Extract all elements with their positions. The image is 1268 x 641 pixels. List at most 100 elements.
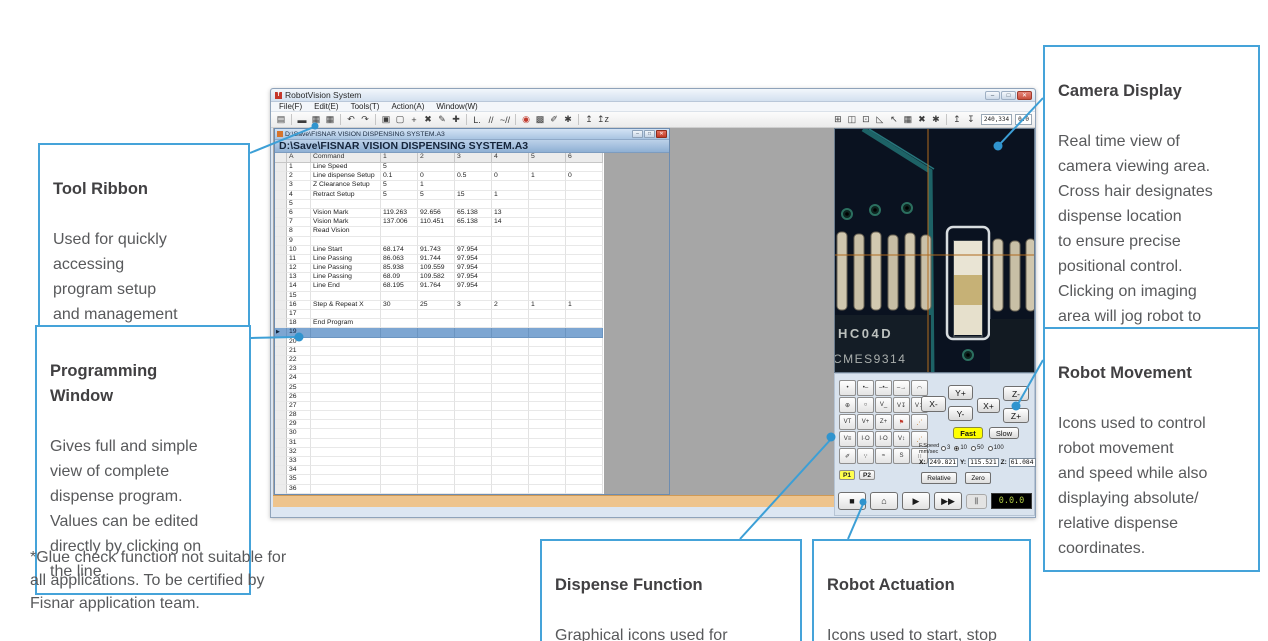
value-cell[interactable] (455, 346, 492, 356)
value-cell[interactable] (418, 227, 455, 237)
value-cell[interactable] (455, 291, 492, 301)
value-cell[interactable] (566, 328, 603, 338)
value-cell[interactable] (381, 420, 418, 430)
delete-line-icon[interactable]: ✖ (421, 113, 435, 127)
command-cell[interactable] (311, 328, 381, 338)
insert-line-icon[interactable]: + (407, 113, 421, 127)
value-cell[interactable]: 1 (566, 300, 603, 310)
save-all-icon[interactable]: ▦ (323, 113, 337, 127)
needle-z-adjust-icon[interactable]: ↥z (596, 113, 610, 127)
doc-close-button[interactable]: ✕ (656, 130, 667, 138)
command-cell[interactable]: Retract Setup (311, 190, 381, 200)
value-cell[interactable] (492, 438, 529, 448)
value-cell[interactable]: 30 (381, 300, 418, 310)
value-cell[interactable] (492, 245, 529, 255)
f-speed-option-10[interactable]: 10 (954, 445, 967, 451)
value-cell[interactable] (566, 227, 603, 237)
value-cell[interactable] (381, 466, 418, 476)
value-cell[interactable] (566, 401, 603, 412)
value-cell[interactable] (418, 310, 455, 320)
grid-icon[interactable]: ▦ (901, 113, 915, 127)
value-cell[interactable] (529, 337, 566, 347)
value-cell[interactable] (455, 337, 492, 347)
command-cell[interactable] (311, 337, 381, 347)
command-cell[interactable] (311, 411, 381, 421)
program-row[interactable]: 23 (275, 365, 604, 375)
value-cell[interactable] (529, 457, 566, 467)
value-cell[interactable] (492, 374, 529, 384)
value-cell[interactable] (492, 310, 529, 320)
value-cell[interactable] (492, 401, 529, 412)
value-cell[interactable]: 109.559 (418, 264, 455, 274)
value-cell[interactable] (492, 291, 529, 301)
value-cell[interactable] (455, 227, 492, 237)
command-cell[interactable] (311, 447, 381, 457)
parallel-angle-icon[interactable]: ~// (498, 113, 512, 127)
value-cell[interactable]: 97.954 (455, 254, 492, 265)
line-start-icon[interactable]: •– (857, 380, 874, 396)
command-cell[interactable] (311, 392, 381, 402)
program-row[interactable]: 29 (275, 420, 604, 430)
value-cell[interactable] (566, 254, 603, 265)
value-cell[interactable]: 97.954 (455, 273, 492, 283)
angle-tool-icon[interactable]: ↖ (887, 113, 901, 127)
value-cell[interactable] (566, 264, 603, 274)
value-cell[interactable]: 97.954 (455, 245, 492, 255)
dispense-dot-icon[interactable]: V_ (875, 397, 892, 413)
value-cell[interactable] (455, 181, 492, 191)
value-cell[interactable] (529, 484, 566, 494)
value-cell[interactable] (381, 355, 418, 366)
program-row[interactable]: 28 (275, 411, 604, 421)
value-cell[interactable] (566, 310, 603, 320)
command-cell[interactable] (311, 401, 381, 412)
command-cell[interactable]: Read Vision (311, 227, 381, 237)
value-cell[interactable] (455, 447, 492, 457)
value-cell[interactable] (566, 365, 603, 375)
command-cell[interactable] (311, 457, 381, 467)
value-cell[interactable] (566, 457, 603, 467)
copy-icon[interactable]: ▣ (379, 113, 393, 127)
value-cell[interactable] (455, 466, 492, 476)
value-cell[interactable] (492, 264, 529, 274)
value-cell[interactable] (566, 466, 603, 476)
command-cell[interactable]: Line dispense Setup (311, 172, 381, 182)
value-cell[interactable] (381, 374, 418, 384)
value-cell[interactable] (455, 401, 492, 412)
program-row[interactable]: 13 Line Passing 68.09 109.582 97.954 (275, 273, 604, 283)
program-row[interactable]: 5 (275, 199, 604, 209)
program-row[interactable]: 8 Read Vision (275, 227, 604, 237)
value-cell[interactable] (381, 411, 418, 421)
needle-up-icon[interactable]: ↥ (950, 113, 964, 127)
home-button[interactable]: ⌂ (870, 492, 898, 510)
camera-toggle-icon[interactable]: ◉ (519, 113, 533, 127)
value-cell[interactable] (529, 365, 566, 375)
value-cell[interactable] (492, 383, 529, 393)
paste-icon[interactable]: ▢ (393, 113, 407, 127)
dispense-down-icon[interactable]: V↧ (893, 397, 910, 413)
value-cell[interactable] (566, 273, 603, 283)
program-row[interactable]: 31 (275, 438, 604, 448)
program-row[interactable]: 33 (275, 457, 604, 467)
value-cell[interactable] (529, 420, 566, 430)
value-cell[interactable] (492, 365, 529, 375)
menu-window[interactable]: Window(W) (430, 102, 483, 112)
z-plus-icon[interactable]: Z+ (875, 414, 892, 430)
value-cell[interactable] (455, 365, 492, 375)
command-cell[interactable]: End Program (311, 319, 381, 329)
program-row[interactable]: 34 (275, 466, 604, 476)
value-cell[interactable] (418, 236, 455, 246)
value-cell[interactable] (529, 447, 566, 457)
parallel-line-icon[interactable]: // (484, 113, 498, 127)
value-cell[interactable]: 1 (529, 300, 566, 310)
flag-icon[interactable]: ⚑ (893, 414, 910, 430)
value-cell[interactable] (566, 190, 603, 200)
program-row[interactable]: 27 (275, 401, 604, 412)
maximize-button[interactable]: □ (1001, 91, 1016, 100)
value-cell[interactable] (492, 484, 529, 494)
value-cell[interactable] (529, 245, 566, 255)
value-cell[interactable] (455, 429, 492, 439)
value-cell[interactable] (566, 319, 603, 329)
value-cell[interactable]: 91.743 (418, 245, 455, 255)
value-cell[interactable] (529, 273, 566, 283)
value-cell[interactable]: 91.764 (418, 282, 455, 292)
